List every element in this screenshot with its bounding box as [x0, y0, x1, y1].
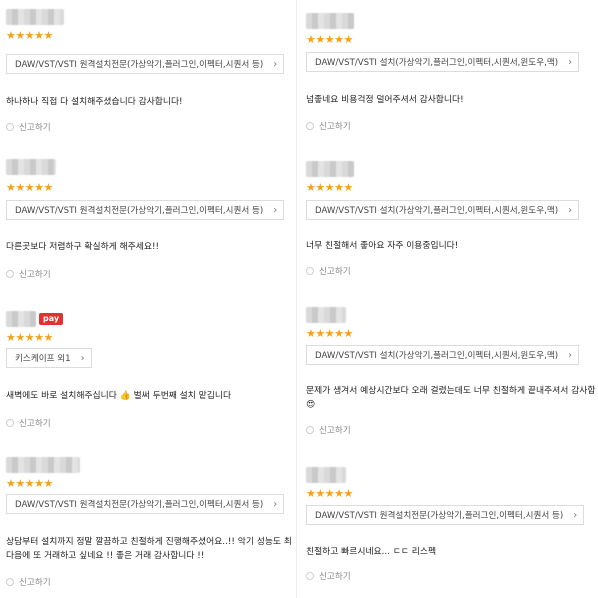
- option-label: DAW/VST/VSTI 설치(가상악기,플러그인,이펙터,시퀀서,윈도우,맥): [315, 351, 559, 361]
- rating-stars: ★★★★★: [6, 331, 53, 344]
- rating-stars: ★★★★★: [306, 327, 353, 340]
- purchased-option[interactable]: DAW/VST/VSTI 원격설치전문(가상악기,플러그인,이펙터,시퀀서 등)…: [6, 54, 285, 74]
- reviews-column-left: ★★★★★ DAW/VST/VSTI 원격설치전문(가상악기,플러그인,이펙터,…: [0, 0, 292, 598]
- report-label: 신고하기: [19, 578, 51, 588]
- option-label: DAW/VST/VSTI 설치(가상악기,플러그인,이펙터,시퀀서,윈도우,맥): [315, 206, 559, 216]
- report-button[interactable]: 신고하기: [6, 268, 51, 280]
- siren-icon: [306, 426, 314, 434]
- chevron-right-icon: ›: [273, 59, 278, 70]
- report-button[interactable]: 신고하기: [6, 576, 51, 588]
- reviewer-name: [6, 158, 56, 176]
- blurred-username: [306, 13, 354, 29]
- purchased-option[interactable]: DAW/VST/VSTI 원격설치전문(가상악기,플러그인,이펙터,시퀀서 등)…: [6, 494, 285, 514]
- chevron-right-icon: ›: [80, 353, 85, 364]
- report-label: 신고하기: [319, 267, 351, 277]
- siren-icon: [6, 578, 14, 586]
- blurred-username: [306, 307, 346, 323]
- thumbs-up-emoji-icon: 👍: [119, 391, 131, 401]
- reviewer-name: [306, 12, 354, 30]
- report-label: 신고하기: [319, 122, 351, 132]
- naver-pay-badge: pay: [39, 313, 64, 325]
- chevron-right-icon: ›: [273, 205, 278, 216]
- review-text: 너무 친절해서 좋아요 자주 이용중입니다!: [306, 241, 459, 251]
- chevron-right-icon: ›: [568, 350, 573, 361]
- reviewer-name: [6, 456, 80, 474]
- rating-stars: ★★★★★: [306, 181, 353, 194]
- report-label: 신고하기: [19, 123, 51, 133]
- reviewer-name: [306, 306, 346, 324]
- siren-icon: [6, 123, 14, 131]
- chevron-right-icon: ›: [568, 205, 573, 216]
- option-label: DAW/VST/VSTI 원격설치전문(가상악기,플러그인,이펙터,시퀀서 등): [15, 60, 264, 70]
- purchased-option[interactable]: 키스케이프 외1 ›: [6, 348, 92, 368]
- blurred-username: [6, 457, 80, 473]
- reviewer-name: [306, 160, 354, 178]
- option-label: DAW/VST/VSTI 설치(가상악기,플러그인,이펙터,시퀀서,윈도우,맥): [315, 58, 559, 68]
- review-text: 친절하고 빠르시네요... ㄷㄷ 리스펙: [306, 547, 437, 557]
- siren-icon: [306, 572, 314, 580]
- reviewer-name: [306, 466, 346, 484]
- rating-stars: ★★★★★: [306, 33, 353, 46]
- rating-stars: ★★★★★: [6, 181, 53, 194]
- option-label: DAW/VST/VSTI 원격설치전문(가상악기,플러그인,이펙터,시퀀서 등): [15, 206, 264, 216]
- siren-icon: [6, 270, 14, 278]
- blurred-username: [6, 9, 64, 25]
- reviewer-name: pay: [6, 310, 64, 328]
- purchased-option[interactable]: DAW/VST/VSTI 설치(가상악기,플러그인,이펙터,시퀀서,윈도우,맥)…: [306, 52, 580, 72]
- report-button[interactable]: 신고하기: [306, 120, 351, 132]
- option-label: 키스케이프 외1: [15, 354, 71, 364]
- review-text-line: 상담부터 설치까지 정말 깔끔하고 친절하게 진행해주셨어요..!! 악기 성능…: [6, 537, 292, 547]
- blurred-username: [306, 161, 354, 177]
- purchased-option[interactable]: DAW/VST/VSTI 원격설치전문(가상악기,플러그인,이펙터,시퀀서 등)…: [6, 200, 285, 220]
- report-label: 신고하기: [319, 572, 351, 582]
- review-text-line: 다음에 또 거래하고 싶네요 !! 좋은 거래 감사합니다 !!: [6, 551, 205, 561]
- reviews-column-right: ★★★★★ DAW/VST/VSTI 설치(가상악기,플러그인,이펙터,시퀀서,…: [300, 0, 598, 598]
- siren-icon: [306, 122, 314, 130]
- report-button[interactable]: 신고하기: [6, 121, 51, 133]
- report-button[interactable]: 신고하기: [306, 424, 351, 436]
- purchased-option[interactable]: DAW/VST/VSTI 설치(가상악기,플러그인,이펙터,시퀀서,윈도우,맥)…: [306, 200, 580, 220]
- review-text: 문제가 생겨서 예상시간보다 오래 걸렸는데도 너무 친절하게 끝내주셔서 감사…: [306, 386, 596, 396]
- report-button[interactable]: 신고하기: [6, 417, 51, 429]
- purchased-option[interactable]: DAW/VST/VSTI 설치(가상악기,플러그인,이펙터,시퀀서,윈도우,맥)…: [306, 345, 580, 365]
- blurred-username: [6, 311, 36, 327]
- siren-icon: [6, 419, 14, 427]
- review-text: 하나하나 직접 다 설치해주셨습니다 감사합니다!: [6, 97, 183, 107]
- report-label: 신고하기: [19, 270, 51, 280]
- chevron-right-icon: ›: [273, 499, 278, 510]
- review-text: 넘좋네요 비용걱정 덜어주셔서 감사합니다!: [306, 95, 464, 105]
- review-text-part: 벌써 두번째 설치 맡깁니다: [133, 391, 232, 401]
- purchased-option[interactable]: DAW/VST/VSTI 원격설치전문(가상악기,플러그인,이펙터,시퀀서 등)…: [306, 505, 585, 525]
- rating-stars: ★★★★★: [6, 29, 53, 42]
- report-button[interactable]: 신고하기: [306, 570, 351, 582]
- report-label: 신고하기: [319, 426, 351, 436]
- report-button[interactable]: 신고하기: [306, 265, 351, 277]
- review-text-part: 새벽에도 바로 설치해주십니다: [6, 391, 117, 401]
- report-label: 신고하기: [19, 419, 51, 429]
- option-label: DAW/VST/VSTI 원격설치전문(가상악기,플러그인,이펙터,시퀀서 등): [315, 511, 564, 521]
- column-divider: [296, 0, 297, 598]
- reviewer-name: [6, 8, 64, 26]
- heart-eyes-emoji-icon: 😍: [306, 400, 316, 410]
- review-text: 다른곳보다 저렴하구 확실하게 해주세요!!: [6, 242, 160, 252]
- option-label: DAW/VST/VSTI 원격설치전문(가상악기,플러그인,이펙터,시퀀서 등): [15, 500, 264, 510]
- blurred-username: [6, 159, 56, 175]
- rating-stars: ★★★★★: [6, 477, 53, 490]
- blurred-username: [306, 467, 346, 483]
- chevron-right-icon: ›: [568, 57, 573, 68]
- rating-stars: ★★★★★: [306, 487, 353, 500]
- siren-icon: [306, 267, 314, 275]
- chevron-right-icon: ›: [573, 510, 578, 521]
- review-text: 새벽에도 바로 설치해주십니다 👍 벌써 두번째 설치 맡깁니다: [6, 390, 231, 403]
